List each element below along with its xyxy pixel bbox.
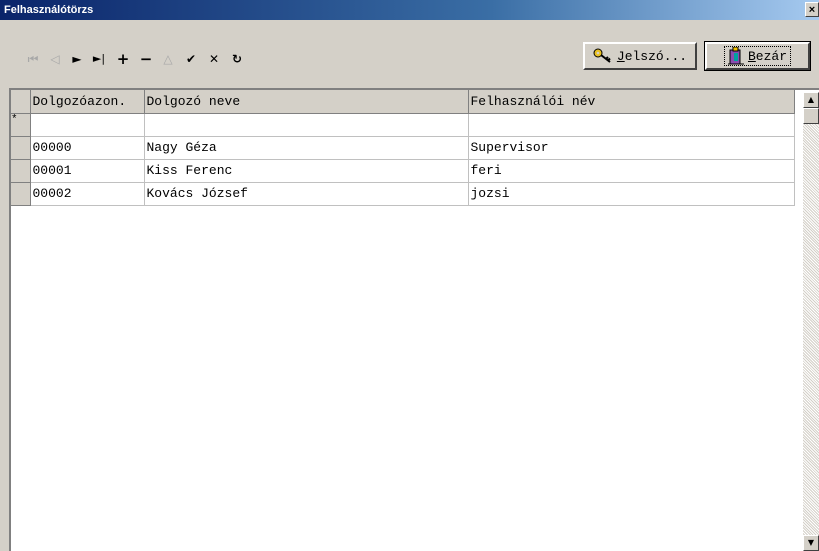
row-indicator xyxy=(11,136,31,160)
edit-record-button[interactable]: △ xyxy=(159,50,177,68)
toolbar: ⏮ ◁ ► ►| + − △ ✔ ✕ ↻ Jelszó... Bezár xyxy=(0,20,819,82)
close-button-label: ezár xyxy=(755,48,788,64)
table-row[interactable]: 00001 Kiss Ferenc feri xyxy=(11,159,795,183)
close-window-button[interactable]: × xyxy=(805,2,819,17)
username-cell[interactable]: jozsi xyxy=(468,182,795,206)
close-button-focus: Bezár xyxy=(723,46,792,66)
close-button[interactable]: Bezár xyxy=(704,41,811,71)
new-row-indicator: * xyxy=(11,113,31,137)
users-grid[interactable]: Dolgozóazon. Dolgozó neve Felhasználói n… xyxy=(9,88,819,551)
scroll-down-button[interactable]: ▼ xyxy=(803,535,819,551)
table-cell[interactable] xyxy=(30,113,145,137)
table-row[interactable]: 00000 Nagy Géza Supervisor xyxy=(11,136,795,160)
scroll-thumb[interactable] xyxy=(803,108,819,124)
prior-record-button[interactable]: ◁ xyxy=(46,50,64,68)
column-header-username[interactable]: Felhasználói név xyxy=(468,90,795,114)
employee-id-cell[interactable]: 00002 xyxy=(30,182,145,206)
employee-name-cell[interactable]: Kovács József xyxy=(144,182,469,206)
indicator-header xyxy=(11,90,31,114)
table-cell[interactable] xyxy=(468,113,795,137)
username-cell[interactable]: Supervisor xyxy=(468,136,795,160)
employee-id-cell[interactable]: 00001 xyxy=(30,159,145,183)
table-cell[interactable] xyxy=(144,113,469,137)
password-button-label: elszó... xyxy=(624,48,688,64)
door-exit-icon xyxy=(727,47,744,65)
cancel-edit-button[interactable]: ✕ xyxy=(205,50,223,68)
next-record-button[interactable]: ► xyxy=(68,50,86,68)
username-cell[interactable]: feri xyxy=(468,159,795,183)
employee-name-cell[interactable]: Nagy Géza xyxy=(144,136,469,160)
scroll-up-button[interactable]: ▲ xyxy=(803,92,819,108)
password-button-mnemonic: J xyxy=(616,48,625,64)
key-icon xyxy=(593,48,611,63)
row-indicator xyxy=(11,182,31,206)
employee-name-cell[interactable]: Kiss Ferenc xyxy=(144,159,469,183)
refresh-data-button[interactable]: ↻ xyxy=(228,50,246,68)
employee-id-cell[interactable]: 00000 xyxy=(30,136,145,160)
vertical-scrollbar[interactable]: ▲ ▼ xyxy=(803,92,819,551)
table-header-row: Dolgozóazon. Dolgozó neve Felhasználói n… xyxy=(11,90,795,114)
post-edit-button[interactable]: ✔ xyxy=(182,50,200,68)
column-header-employee-name[interactable]: Dolgozó neve xyxy=(144,90,469,114)
window-titlebar: Felhasználótörzs × xyxy=(0,0,819,20)
users-table: Dolgozóazon. Dolgozó neve Felhasználói n… xyxy=(11,90,795,206)
column-header-employee-id[interactable]: Dolgozóazon. xyxy=(30,90,145,114)
table-row-new[interactable]: * xyxy=(11,113,795,137)
first-record-button[interactable]: ⏮ xyxy=(24,50,42,68)
window-title: Felhasználótörzs xyxy=(4,4,94,16)
delete-record-button[interactable]: − xyxy=(137,50,155,68)
close-button-mnemonic: B xyxy=(747,48,756,64)
table-row[interactable]: 00002 Kovács József jozsi xyxy=(11,182,795,206)
row-indicator xyxy=(11,159,31,183)
password-button[interactable]: Jelszó... xyxy=(583,42,697,70)
last-record-button[interactable]: ►| xyxy=(90,50,108,68)
insert-record-button[interactable]: + xyxy=(114,50,132,68)
